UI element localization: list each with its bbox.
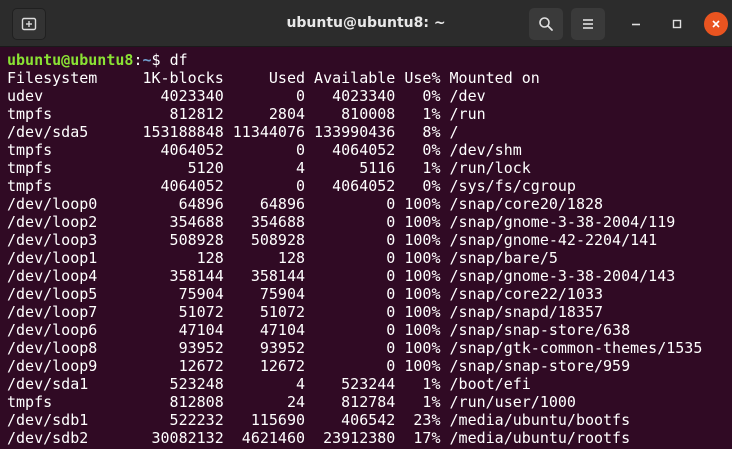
prompt-line: ubuntu@ubuntu8:~$ df <box>7 51 188 69</box>
output-line: /dev/sdb2 30082132 4621460 23912380 17% … <box>7 429 631 447</box>
menu-button[interactable] <box>571 8 605 40</box>
minimize-icon <box>632 23 640 26</box>
minimize-button[interactable] <box>624 12 648 36</box>
terminal-area[interactable]: ubuntu@ubuntu8:~$ df Filesystem 1K-block… <box>0 47 732 449</box>
new-tab-icon <box>21 17 37 31</box>
output-line: tmpfs 4064052 0 4064052 0% /sys/fs/cgrou… <box>7 177 576 195</box>
prompt-user-host: ubuntu@ubuntu8 <box>7 51 134 69</box>
output-line: /dev/loop2 354688 354688 0 100% /snap/gn… <box>7 213 676 231</box>
output-line: /dev/sda5 153188848 11344076 133990436 8… <box>7 123 459 141</box>
output-line: tmpfs 812808 24 812784 1% /run/user/1000 <box>7 393 576 411</box>
prompt-command: df <box>169 51 188 69</box>
output-line: /dev/sdb1 522232 115690 406542 23% /medi… <box>7 411 631 429</box>
output-line: /dev/loop7 51072 51072 0 100% /snap/snap… <box>7 303 604 321</box>
output-line: /dev/loop8 93952 93952 0 100% /snap/gtk-… <box>7 339 703 357</box>
new-tab-button[interactable] <box>12 8 46 40</box>
prompt-path: ~ <box>142 51 152 69</box>
output-line: /dev/loop9 12672 12672 0 100% /snap/snap… <box>7 357 631 375</box>
close-icon <box>712 20 720 28</box>
output-header-line: Filesystem 1K-blocks Used Available Use%… <box>7 69 540 87</box>
output-line: udev 4023340 0 4023340 0% /dev <box>7 87 486 105</box>
output-line: tmpfs 812812 2804 810008 1% /run <box>7 105 486 123</box>
output-line: /dev/loop1 128 128 0 100% /snap/bare/5 <box>7 249 558 267</box>
search-button[interactable] <box>529 8 563 40</box>
output-line: tmpfs 4064052 0 4064052 0% /dev/shm <box>7 141 522 159</box>
title-bar: ubuntu@ubuntu8: ~ <box>0 0 732 47</box>
output-line: /dev/loop5 75904 75904 0 100% /snap/core… <box>7 285 604 303</box>
output-line: /dev/loop0 64896 64896 0 100% /snap/core… <box>7 195 604 213</box>
output-line: /dev/sda1 523248 4 523244 1% /boot/efi <box>7 375 531 393</box>
close-button[interactable] <box>704 12 728 36</box>
output-line: /dev/loop6 47104 47104 0 100% /snap/snap… <box>7 321 631 339</box>
maximize-icon <box>672 19 682 29</box>
output-line: tmpfs 5120 4 5116 1% /run/lock <box>7 159 531 177</box>
search-icon <box>539 17 553 31</box>
output-line: /dev/loop3 508928 508928 0 100% /snap/gn… <box>7 231 658 249</box>
maximize-button[interactable] <box>665 12 689 36</box>
window-title: ubuntu@ubuntu8: ~ <box>286 15 446 31</box>
output-line: /dev/loop4 358144 358144 0 100% /snap/gn… <box>7 267 676 285</box>
prompt-symbol: $ <box>151 51 170 69</box>
hamburger-menu-icon <box>583 19 593 29</box>
